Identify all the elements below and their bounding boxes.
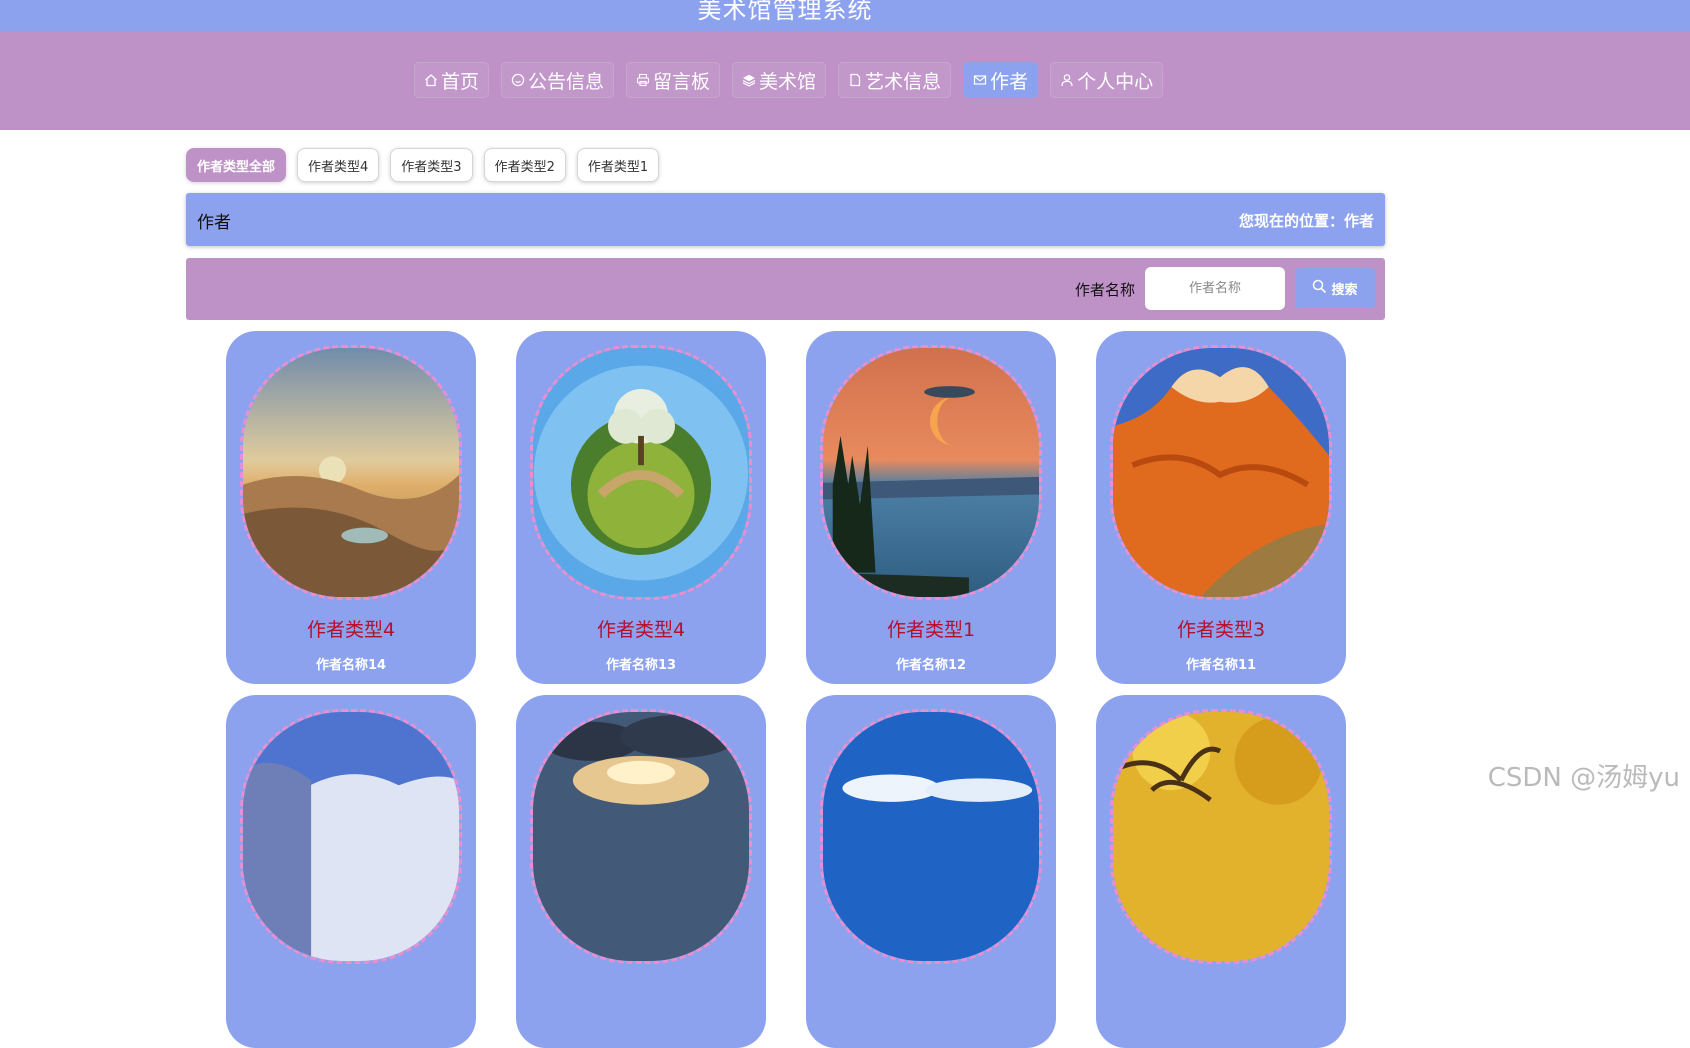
search-button[interactable]: 搜索: [1295, 268, 1375, 308]
author-card[interactable]: 作者类型3 作者名称11: [1096, 331, 1346, 684]
user-icon: [1060, 73, 1074, 87]
app-title: 美术馆管理系统: [697, 0, 873, 24]
author-photo-tiny-planet: [530, 345, 752, 600]
search-label: 作者名称: [1074, 281, 1135, 299]
author-card[interactable]: [516, 695, 766, 1048]
breadcrumb: 您现在的位置：作者: [1238, 212, 1374, 230]
nav-item-announcements[interactable]: 公告信息: [501, 62, 615, 98]
nav-item-home[interactable]: 首页: [414, 62, 490, 98]
nav-item-gallery[interactable]: 美术馆: [732, 62, 827, 98]
author-card[interactable]: [806, 695, 1056, 1048]
author-type: 作者类型4: [596, 619, 686, 641]
mail-icon: [973, 73, 987, 87]
author-name: 作者名称12: [895, 658, 967, 673]
search-button-label: 搜索: [1331, 282, 1358, 298]
author-card[interactable]: 作者类型1 作者名称12: [806, 331, 1056, 684]
author-card[interactable]: [226, 695, 476, 1048]
smile-icon: [511, 73, 525, 87]
nav-item-art-info[interactable]: 艺术信息: [838, 62, 952, 98]
nav-item-authors[interactable]: 作者: [963, 62, 1039, 98]
nav-item-personal-center[interactable]: 个人中心: [1050, 62, 1164, 98]
filter-all-types[interactable]: 作者类型全部: [186, 148, 287, 182]
nav-item-label: 美术馆: [759, 70, 817, 93]
main-nav: 首页 公告信息 留言板 美术馆 艺术信息 作者 个人中心: [414, 62, 1164, 98]
nav-item-message-board[interactable]: 留言板: [626, 62, 721, 98]
author-photo-blue-sky: [820, 709, 1042, 964]
filter-type-4[interactable]: 作者类型4: [297, 148, 380, 182]
author-card[interactable]: [1096, 695, 1346, 1048]
document-icon: [848, 73, 862, 87]
author-photo-cloudy-sunset: [530, 709, 752, 964]
author-type-filters: 作者类型全部 作者类型4 作者类型3 作者类型2 作者类型1: [186, 148, 660, 182]
filter-type-2[interactable]: 作者类型2: [483, 148, 566, 182]
section-header: 作者 您现在的位置：作者: [186, 193, 1385, 246]
author-card[interactable]: 作者类型4 作者名称13: [516, 331, 766, 684]
author-photo-painted-mountain: [1110, 345, 1332, 600]
search-bar: 作者名称 搜索: [186, 258, 1385, 320]
nav-item-label: 艺术信息: [865, 70, 942, 93]
nav-item-label: 留言板: [653, 70, 711, 93]
author-photo-autumn-tree: [1110, 709, 1332, 964]
section-title: 作者: [197, 213, 231, 233]
home-icon: [424, 73, 438, 87]
top-bar: 美术馆管理系统: [0, 0, 1690, 31]
author-name: 作者名称14: [315, 658, 387, 673]
author-photo-snowy-mountain: [240, 709, 462, 964]
author-card[interactable]: 作者类型4 作者名称14: [226, 331, 476, 684]
nav-item-label: 首页: [441, 70, 480, 93]
printer-icon: [636, 73, 650, 87]
author-name: 作者名称11: [1185, 658, 1257, 673]
filter-type-3[interactable]: 作者类型3: [390, 148, 473, 182]
search-icon: [1312, 279, 1327, 298]
author-type: 作者类型4: [306, 619, 396, 641]
nav-item-label: 个人中心: [1077, 70, 1154, 93]
author-photo-lake-moon: [820, 345, 1042, 600]
author-name: 作者名称13: [605, 658, 677, 673]
filter-type-1[interactable]: 作者类型1: [576, 148, 660, 182]
nav-item-label: 公告信息: [528, 70, 605, 93]
author-type: 作者类型1: [886, 619, 976, 641]
nav-item-label: 作者: [990, 70, 1029, 93]
author-photo-desert-oasis: [240, 345, 462, 600]
author-type: 作者类型3: [1176, 619, 1266, 641]
layers-icon: [742, 73, 756, 87]
watermark: CSDN @汤姆yu: [1487, 763, 1680, 793]
author-name-search-input[interactable]: [1145, 267, 1285, 310]
